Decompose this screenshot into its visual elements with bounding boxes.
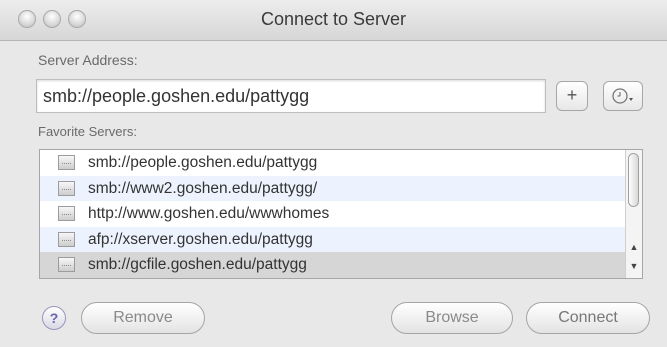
- list-item-label: afp://xserver.goshen.edu/pattygg: [88, 230, 313, 248]
- remove-button[interactable]: Remove: [81, 302, 205, 334]
- list-item-label: smb://people.goshen.edu/pattygg: [88, 154, 318, 171]
- connect-button[interactable]: Connect: [526, 302, 650, 334]
- list-item[interactable]: http://www.goshen.edu/wwwhomes: [40, 201, 642, 227]
- server-icon: [58, 180, 75, 196]
- list-item[interactable]: smb://people.goshen.edu/pattygg: [40, 150, 642, 176]
- favorite-servers-label: Favorite Servers:: [38, 124, 137, 139]
- add-favorite-button[interactable]: +: [556, 81, 588, 111]
- vertical-scrollbar[interactable]: ▲ ▼: [625, 150, 642, 278]
- server-address-label: Server Address:: [38, 52, 138, 68]
- clock-icon: [612, 88, 633, 104]
- list-item-label: smb://gcfile.goshen.edu/pattygg: [88, 256, 307, 274]
- list-item-label: smb://www2.goshen.edu/pattygg/: [88, 179, 318, 197]
- list-item-selected[interactable]: smb://gcfile.goshen.edu/pattygg: [40, 252, 642, 278]
- scroll-down-arrow-icon[interactable]: ▼: [626, 257, 642, 275]
- list-item-label: http://www.goshen.edu/wwwhomes: [88, 205, 330, 223]
- favorite-servers-list[interactable]: smb://people.goshen.edu/pattygg smb://ww…: [39, 149, 643, 279]
- connect-to-server-window: Connect to Server Server Address: smb://…: [0, 0, 667, 347]
- scroll-up-arrow-icon[interactable]: ▲: [626, 238, 642, 256]
- server-address-input[interactable]: smb://people.goshen.edu/pattygg: [36, 79, 546, 113]
- list-item[interactable]: smb://www2.goshen.edu/pattygg/: [40, 175, 642, 202]
- recent-servers-button[interactable]: [603, 81, 643, 111]
- window-title: Connect to Server: [260, 9, 407, 29]
- plus-icon: +: [566, 85, 578, 105]
- browse-button[interactable]: Browse: [391, 302, 513, 334]
- help-button[interactable]: ?: [42, 306, 66, 330]
- scrollbar-thumb[interactable]: [628, 153, 639, 207]
- server-icon: [58, 257, 75, 273]
- list-item[interactable]: afp://xserver.goshen.edu/pattygg: [40, 226, 642, 253]
- server-icon: [58, 206, 75, 222]
- server-icon: [58, 231, 75, 247]
- server-icon: [58, 155, 75, 170]
- title-bar: Connect to Server: [0, 0, 667, 41]
